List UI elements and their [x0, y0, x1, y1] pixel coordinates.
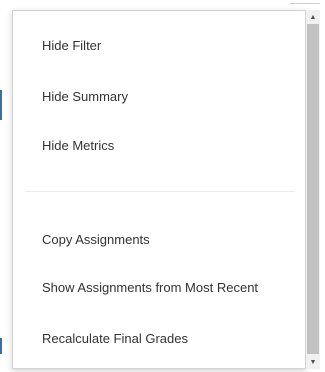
- background-divider: [290, 3, 320, 4]
- scroll-down-icon[interactable]: ▼: [306, 355, 320, 369]
- menu-item-recalculate-final-grades[interactable]: Recalculate Final Grades: [42, 331, 188, 347]
- scroll-up-icon[interactable]: ▲: [306, 10, 320, 24]
- menu-item-show-assignments-most-recent[interactable]: Show Assignments from Most Recent: [42, 280, 258, 296]
- menu-item-hide-filter[interactable]: Hide Filter: [42, 38, 101, 54]
- background-page-edge: [0, 90, 2, 120]
- menu-item-copy-assignments[interactable]: Copy Assignments: [42, 232, 150, 248]
- options-menu: Hide Filter Hide Summary Hide Metrics Co…: [12, 10, 306, 369]
- dropdown-menu-screen: Hide Filter Hide Summary Hide Metrics Co…: [0, 0, 325, 372]
- menu-item-hide-metrics[interactable]: Hide Metrics: [42, 138, 114, 154]
- menu-item-hide-summary[interactable]: Hide Summary: [42, 89, 128, 105]
- menu-scrollbar[interactable]: ▲ ▼: [306, 10, 320, 369]
- scroll-thumb[interactable]: [307, 24, 319, 354]
- menu-divider: [25, 191, 295, 192]
- background-page-edge: [0, 338, 2, 354]
